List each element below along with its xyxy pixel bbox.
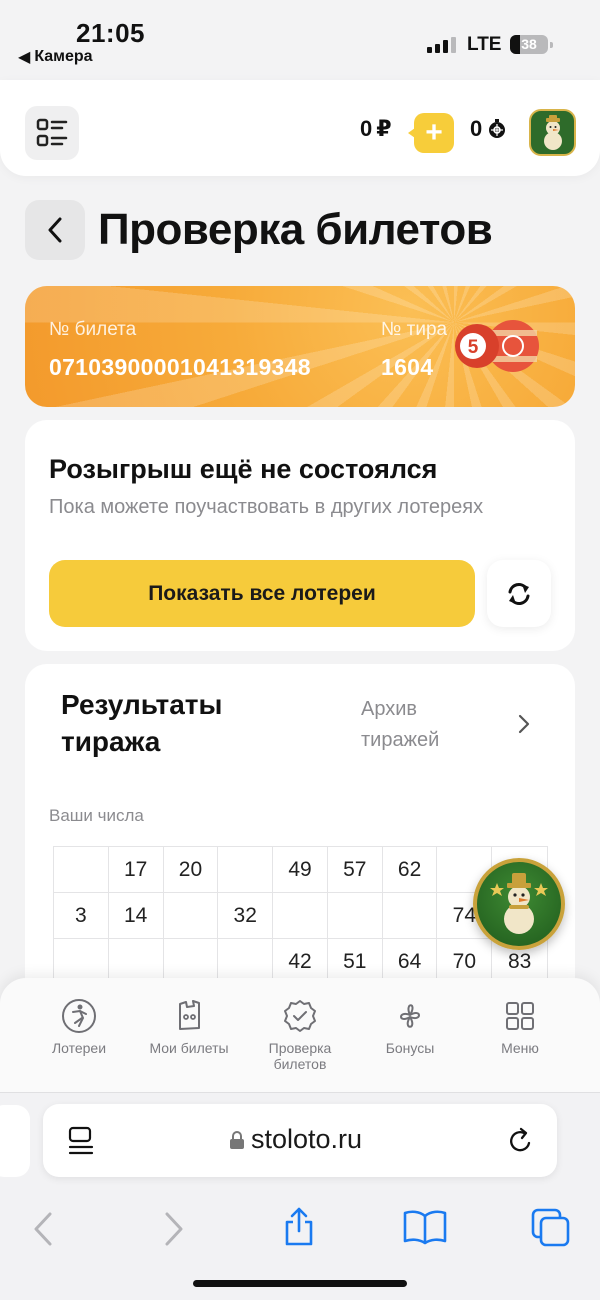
signal-icon [427, 37, 456, 53]
refresh-icon [508, 582, 530, 605]
home-indicator[interactable] [193, 1280, 407, 1287]
number-cell: 57 [328, 847, 383, 892]
page-title: Проверка билетов [98, 205, 493, 254]
number-cell [328, 893, 383, 938]
results-card: Результаты тиража Архив тиражей Ваши чис… [25, 664, 575, 1004]
nav-my-tickets-label: Мои билеты [149, 1040, 229, 1056]
number-cell: 62 [383, 847, 438, 892]
bonus-amount: 0 [470, 116, 483, 141]
draw-number-label: № тира [381, 319, 448, 340]
url-display[interactable]: stoloto.ru [229, 1124, 362, 1155]
nav-bonuses[interactable]: Бонусы [355, 998, 465, 1056]
number-cell: 17 [109, 847, 164, 892]
nav-menu-label: Меню [501, 1040, 539, 1056]
battery-level: 38 [521, 36, 537, 52]
nav-menu[interactable]: Меню [465, 998, 575, 1056]
number-cell: 3 [54, 893, 109, 938]
browser-back-icon[interactable] [32, 1211, 54, 1247]
refresh-button[interactable] [487, 560, 551, 627]
share-icon[interactable] [281, 1205, 317, 1247]
nav-lotteries-label: Лотереи [51, 1040, 107, 1056]
menu-button[interactable] [25, 106, 79, 160]
numbers-grid-row: 17 20 49 57 62 [54, 847, 547, 893]
browser-forward-icon[interactable] [163, 1211, 185, 1247]
draw-status-subtitle: Пока можете поучаствовать в других лотер… [49, 496, 484, 518]
top-up-button[interactable]: + [408, 113, 454, 153]
ticket-number-label: № билета [49, 319, 137, 340]
show-all-lotteries-button[interactable]: Показать все лотереи [49, 560, 475, 627]
number-cell: 32 [218, 893, 274, 938]
ball-player-icon [62, 999, 96, 1033]
nav-lotteries[interactable]: Лотереи [24, 998, 134, 1056]
draw-status-card: Розыгрыш ещё не состоялся Пока можете по… [25, 420, 575, 651]
status-time: 21:05 [76, 18, 145, 48]
nav-bonuses-label: Бонусы [385, 1040, 435, 1056]
draw-status-title: Розыгрыш ещё не состоялся [49, 454, 438, 484]
lottery-balls-icon: 5 [455, 320, 539, 372]
bottom-navigation: Лотереи Мои билеты Проверка билетов Бону… [0, 978, 600, 1092]
check-badge-icon [284, 1000, 316, 1032]
draw-archive-link[interactable]: Архив тиражей [361, 694, 491, 756]
wallet-balance[interactable]: 0 ₽ [360, 116, 392, 142]
balance-amount: 0 [360, 116, 373, 141]
draw-number-value: 1604 [381, 354, 434, 380]
number-cell [164, 893, 219, 938]
back-to-app-link[interactable]: ◀ Камера [18, 47, 93, 67]
number-cell [54, 847, 109, 892]
bonus-coin-icon [489, 119, 506, 138]
results-title: Результаты тиража [61, 689, 223, 757]
status-bar: 21:05 ◀ Камера LTE 38 [0, 0, 600, 78]
nav-check-tickets-label: Проверка билетов [268, 1040, 332, 1072]
number-cell [383, 893, 438, 938]
browser-toolbar: stoloto.ru [0, 1092, 600, 1300]
ticket-number-value: 07103900001041319348 [49, 354, 311, 380]
menu-grid-icon [36, 118, 68, 147]
number-cell [218, 847, 274, 892]
plus-icon: + [425, 116, 443, 149]
number-cell [273, 893, 328, 938]
number-cell: 14 [109, 893, 164, 938]
back-app-label: Камера [34, 48, 93, 65]
app-header: 0 ₽ + 0 [0, 80, 600, 176]
number-cell: 20 [164, 847, 219, 892]
grid-menu-icon [506, 1002, 534, 1030]
page-menu-icon[interactable] [67, 1126, 95, 1156]
back-triangle-icon: ◀ [18, 49, 31, 66]
chevron-right-icon[interactable] [518, 714, 530, 734]
promo-snowman-button[interactable] [473, 858, 565, 950]
bookmarks-icon[interactable] [402, 1209, 448, 1245]
currency-symbol: ₽ [376, 116, 392, 141]
lock-icon [230, 1130, 244, 1149]
back-button[interactable] [25, 200, 85, 260]
ticket-icon [179, 1000, 200, 1030]
bonus-clover-icon [400, 1004, 420, 1028]
reload-icon[interactable] [507, 1126, 535, 1156]
your-numbers-label: Ваши числа [49, 806, 144, 825]
network-type: LTE [467, 34, 502, 55]
tabs-icon[interactable] [530, 1207, 572, 1249]
snowman-avatar-icon [543, 114, 562, 150]
nav-my-tickets[interactable]: Мои билеты [134, 998, 244, 1056]
battery-cap [550, 42, 553, 48]
ticket-info-card: № билета 07103900001041319348 № тира 160… [25, 286, 575, 407]
nav-check-tickets[interactable]: Проверка билетов [245, 998, 355, 1072]
previous-tab-preview[interactable] [0, 1105, 30, 1177]
number-cell: 49 [273, 847, 328, 892]
url-text: stoloto.ru [251, 1124, 363, 1154]
profile-avatar[interactable] [529, 109, 576, 156]
snowman-icon [490, 873, 548, 934]
address-bar[interactable]: stoloto.ru [43, 1104, 557, 1177]
battery-icon: 38 [510, 35, 548, 54]
ball-number: 5 [468, 337, 479, 358]
bonus-balance[interactable]: 0 [470, 116, 507, 142]
chevron-left-icon [48, 217, 62, 243]
